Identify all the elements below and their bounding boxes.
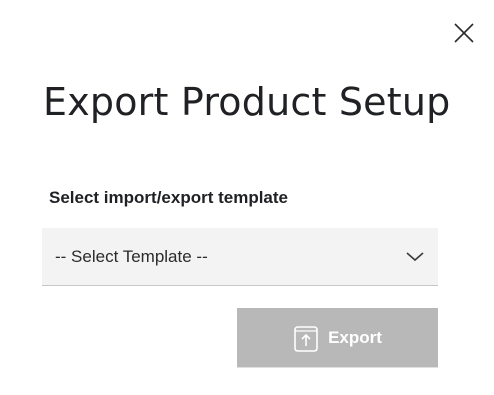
template-select-value: -- Select Template -- [55, 247, 208, 266]
template-select[interactable]: -- Select Template -- [42, 228, 438, 286]
template-field-label: Select import/export template [49, 188, 289, 207]
chevron-down-icon [405, 250, 425, 269]
export-button[interactable]: Export [237, 308, 438, 368]
upload-icon [293, 324, 319, 352]
close-button[interactable] [449, 18, 479, 48]
export-button-label: Export [328, 327, 382, 347]
dialog-title: Export Product Setup [43, 80, 451, 124]
export-product-setup-dialog: Export Product Setup Select import/expor… [0, 0, 494, 395]
close-icon [454, 23, 474, 43]
